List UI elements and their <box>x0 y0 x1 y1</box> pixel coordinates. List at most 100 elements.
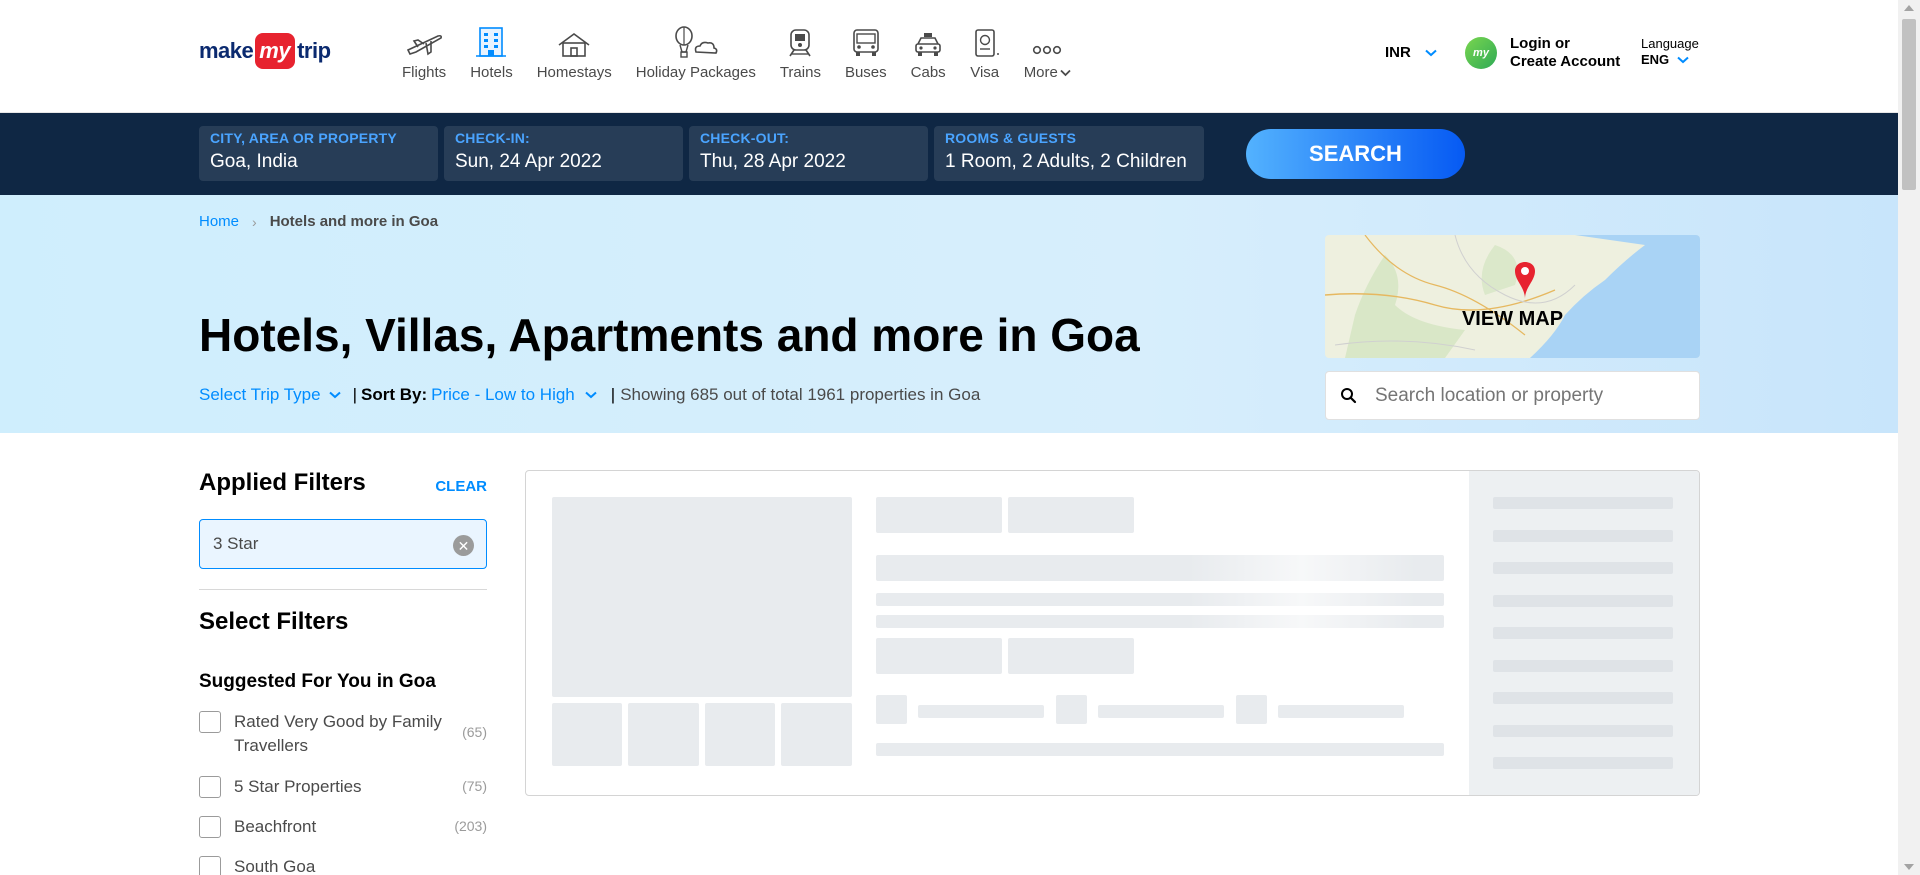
filter-label: Beachfront <box>234 817 317 836</box>
filter-option[interactable]: Rated Very Good by Family Travellers (65… <box>199 710 487 758</box>
location-search-input[interactable] <box>1375 384 1675 407</box>
filter-count: (65) <box>462 724 487 740</box>
skeleton-line <box>1098 705 1224 718</box>
nav-hotels[interactable]: Hotels <box>458 24 525 81</box>
filter-checkbox[interactable] <box>199 856 221 875</box>
nav-homestays-label: Homestays <box>536 64 612 81</box>
select-filters-heading: Select Filters <box>199 608 349 635</box>
nav-trains-label: Trains <box>779 64 821 81</box>
remove-filter-icon[interactable]: ✕ <box>453 535 474 556</box>
visa-icon <box>970 24 1000 58</box>
login-button[interactable]: my Login or Create Account <box>1465 35 1620 71</box>
breadcrumb-current: Hotels and more in Goa <box>269 213 439 230</box>
nav-holiday-label: Holiday Packages <box>635 64 756 81</box>
rooms-label: ROOMS & GUESTS <box>945 130 1077 146</box>
skeleton-line <box>1493 757 1673 769</box>
skeleton-icon <box>1236 695 1267 724</box>
filter-checkbox[interactable] <box>199 776 221 798</box>
page-scrollbar[interactable] <box>1898 0 1920 875</box>
filter-option[interactable]: Beachfront (203) <box>199 815 487 839</box>
nav-buses[interactable]: Buses <box>833 24 899 81</box>
skeleton-line <box>1278 705 1404 718</box>
language-label: Language <box>1641 36 1699 51</box>
checkout-field[interactable]: CHECK-OUT: Thu, 28 Apr 2022 <box>689 126 928 181</box>
filter-label: Rated Very Good by Family Travellers <box>234 712 442 755</box>
hotel-icon <box>474 24 508 58</box>
login-line1: Login or <box>1510 35 1570 52</box>
breadcrumb: Home › Hotels and more in Goa <box>199 213 438 230</box>
filter-count: (203) <box>454 818 487 834</box>
filter-checkbox[interactable] <box>199 816 221 838</box>
page-title: Hotels, Villas, Apartments and more in G… <box>199 309 1140 361</box>
skeleton-main-image <box>552 497 852 697</box>
nav-flights[interactable]: Flights <box>390 24 458 81</box>
sort-value: Price - Low to High <box>431 385 575 404</box>
skeleton-tag <box>1008 497 1134 533</box>
scroll-down-arrow[interactable] <box>1904 864 1914 870</box>
nav-homestays[interactable]: Homestays <box>525 24 624 81</box>
makemytrip-logo[interactable]: make my trip <box>199 30 331 72</box>
results-count: Showing 685 out of total 1961 properties… <box>620 385 981 404</box>
city-label: CITY, AREA OR PROPERTY <box>210 130 397 146</box>
skeleton-line <box>1493 627 1673 639</box>
language-selector[interactable]: Language ENG <box>1641 36 1699 68</box>
filter-checkbox[interactable] <box>199 711 221 733</box>
checkin-label: CHECK-IN: <box>455 130 530 146</box>
nav-holiday-packages[interactable]: Holiday Packages <box>624 24 768 81</box>
currency-selector[interactable]: INR <box>1385 44 1437 61</box>
rooms-value: 1 Room, 2 Adults, 2 Children <box>945 151 1187 172</box>
filter-option[interactable]: South Goa <box>199 855 487 875</box>
skeleton-tag <box>876 638 1002 674</box>
filter-label: South Goa <box>234 857 316 875</box>
hotel-search-bar: CITY, AREA OR PROPERTY Goa, India CHECK-… <box>0 113 1898 195</box>
search-icon <box>1341 388 1357 404</box>
skeleton-price-pane <box>1469 471 1699 795</box>
checkout-label: CHECK-OUT: <box>700 130 790 146</box>
hotel-card-skeleton <box>525 470 1700 796</box>
holiday-icon <box>672 24 720 58</box>
skeleton-line <box>876 593 1444 606</box>
trip-type-label: Select Trip Type <box>199 385 321 404</box>
view-map-card[interactable]: VIEW MAP <box>1325 235 1700 358</box>
checkout-value: Thu, 28 Apr 2022 <box>700 151 846 172</box>
currency-value: INR <box>1385 44 1411 61</box>
skeleton-thumb <box>705 703 775 766</box>
nav-cabs[interactable]: Cabs <box>899 24 958 81</box>
skeleton-icon <box>876 695 907 724</box>
login-line2: Create Account <box>1510 53 1621 70</box>
listing-hero: Home › Hotels and more in Goa Hotels, Vi… <box>0 195 1898 433</box>
train-icon <box>785 24 815 58</box>
skeleton-line <box>1493 530 1673 542</box>
search-button[interactable]: SEARCH <box>1246 129 1465 179</box>
sort-dropdown[interactable]: Price - Low to High <box>431 385 597 405</box>
skeleton-thumb <box>552 703 622 766</box>
language-value: ENG <box>1641 52 1670 67</box>
logo-trip: trip <box>297 38 331 63</box>
nav-flights-label: Flights <box>402 64 447 81</box>
filter-count: (75) <box>462 778 487 794</box>
separator: | <box>610 385 616 404</box>
breadcrumb-separator: › <box>252 213 257 230</box>
nav-hotels-label: Hotels <box>470 64 513 81</box>
filter-option[interactable]: 5 Star Properties (75) <box>199 775 487 799</box>
location-search-box[interactable] <box>1325 371 1700 420</box>
breadcrumb-home[interactable]: Home <box>199 213 239 230</box>
nav-trains[interactable]: Trains <box>768 24 833 81</box>
nav-more-label: More <box>1024 64 1071 81</box>
nav-more[interactable]: More <box>1012 24 1083 81</box>
city-field[interactable]: CITY, AREA OR PROPERTY Goa, India <box>199 126 438 181</box>
clear-filters-button[interactable]: CLEAR <box>435 478 487 495</box>
trip-type-dropdown[interactable]: Select Trip Type <box>199 385 341 405</box>
filter-label: 5 Star Properties <box>234 777 362 796</box>
bus-icon <box>850 24 882 58</box>
skeleton-line <box>1493 725 1673 737</box>
separator: | <box>352 385 358 404</box>
nav-visa[interactable]: Visa <box>958 24 1012 81</box>
skeleton-line <box>876 743 1444 756</box>
rooms-guests-field[interactable]: ROOMS & GUESTS 1 Room, 2 Adults, 2 Child… <box>934 126 1204 181</box>
checkin-field[interactable]: CHECK-IN: Sun, 24 Apr 2022 <box>444 126 683 181</box>
skeleton-tag <box>876 497 1002 533</box>
scrollbar-thumb[interactable] <box>1902 19 1916 190</box>
scroll-up-arrow[interactable] <box>1904 5 1914 11</box>
divider <box>199 589 487 590</box>
